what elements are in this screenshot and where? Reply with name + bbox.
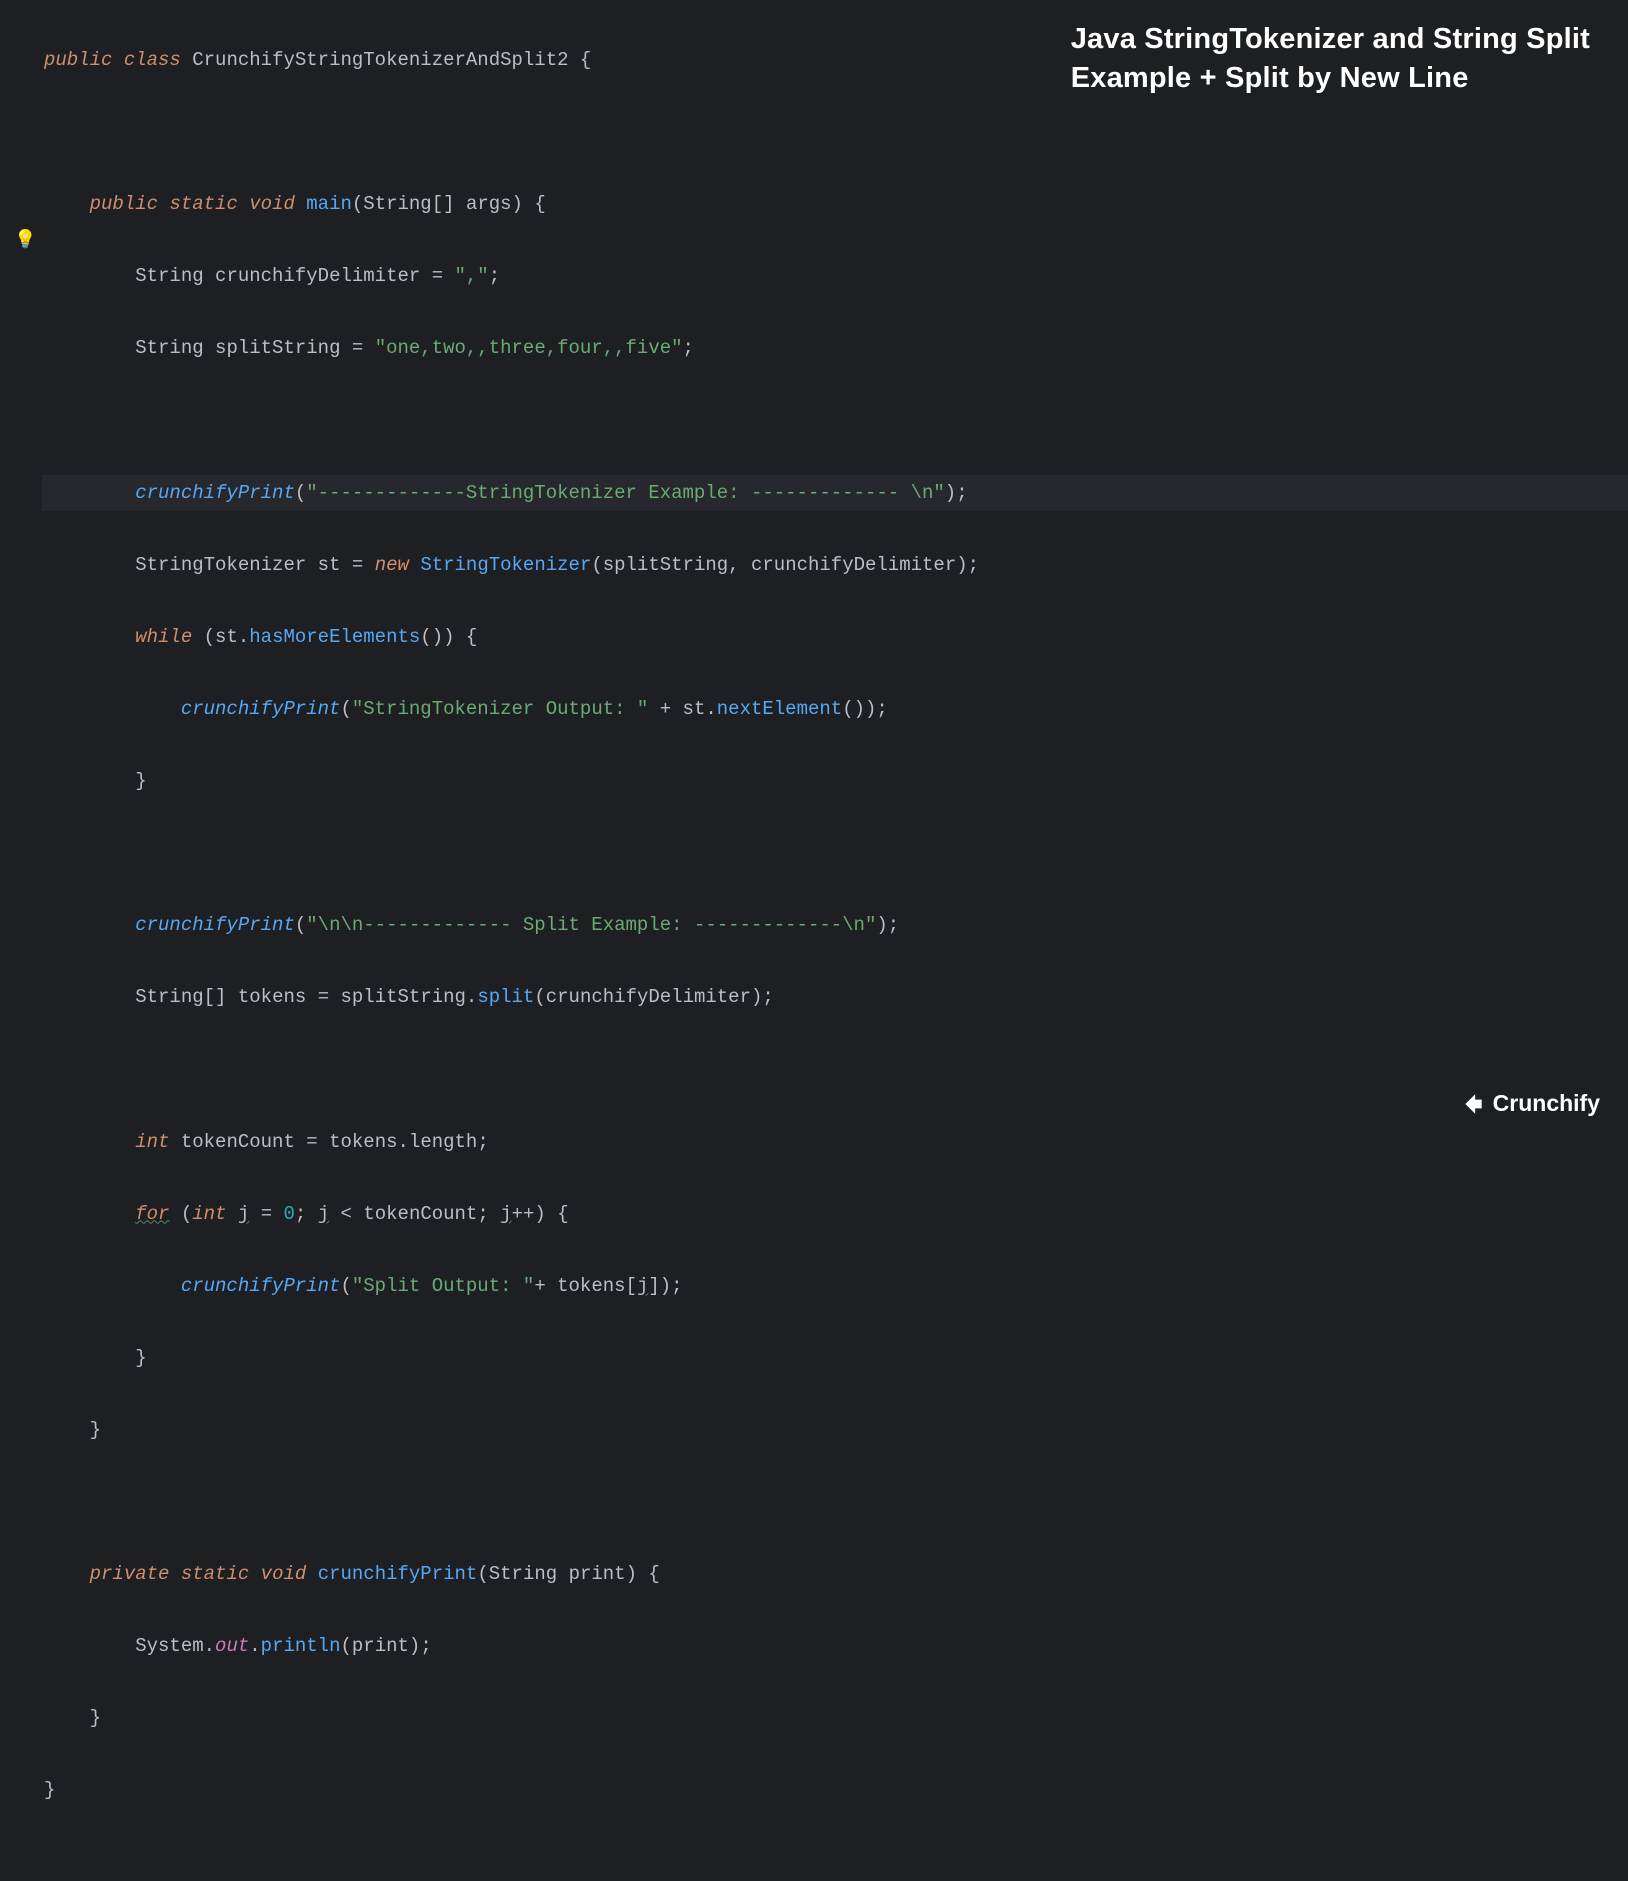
code-line: } <box>42 1700 1628 1736</box>
overlay-title-line2: Example + Split by New Line <box>1071 59 1590 98</box>
code-line: } <box>42 763 1628 799</box>
code-line <box>42 403 1628 439</box>
code-line <box>42 835 1628 871</box>
code-line: } <box>42 1772 1628 1808</box>
code-editor: 💡 public class CrunchifyStringTokenizerA… <box>0 0 1628 1144</box>
code-line: System.out.println(print); <box>42 1628 1628 1664</box>
code-line: public static void main(String[] args) { <box>42 186 1628 222</box>
code-line: String crunchifyDelimiter = ","; <box>42 258 1628 294</box>
code-line <box>42 114 1628 150</box>
code-line <box>42 1051 1628 1087</box>
brand-logo: Crunchify <box>1460 1082 1600 1126</box>
code-line: while (st.hasMoreElements()) { <box>42 619 1628 655</box>
code-area[interactable]: public class CrunchifyStringTokenizerAnd… <box>42 0 1628 1144</box>
gutter: 💡 <box>0 0 42 1144</box>
code-line-highlighted: crunchifyPrint("-------------StringToken… <box>42 475 1628 511</box>
code-line: crunchifyPrint("StringTokenizer Output: … <box>42 691 1628 727</box>
overlay-title: Java StringTokenizer and String Split Ex… <box>1071 20 1590 98</box>
code-line: String splitString = "one,two,,three,fou… <box>42 330 1628 366</box>
lightbulb-icon[interactable]: 💡 <box>14 224 36 258</box>
code-line: private static void crunchifyPrint(Strin… <box>42 1556 1628 1592</box>
code-line: String[] tokens = splitString.split(crun… <box>42 979 1628 1015</box>
code-line: crunchifyPrint("Split Output: "+ tokens[… <box>42 1268 1628 1304</box>
code-line: crunchifyPrint("\n\n------------- Split … <box>42 907 1628 943</box>
brand-icon <box>1460 1091 1486 1117</box>
code-line: for (int j = 0; j < tokenCount; j++) { <box>42 1196 1628 1232</box>
code-line: } <box>42 1412 1628 1448</box>
overlay-title-line1: Java StringTokenizer and String Split <box>1071 20 1590 59</box>
code-line: } <box>42 1340 1628 1376</box>
code-line: int tokenCount = tokens.length; <box>42 1124 1628 1160</box>
code-line <box>42 1484 1628 1520</box>
code-line: StringTokenizer st = new StringTokenizer… <box>42 547 1628 583</box>
brand-text: Crunchify <box>1493 1082 1600 1126</box>
